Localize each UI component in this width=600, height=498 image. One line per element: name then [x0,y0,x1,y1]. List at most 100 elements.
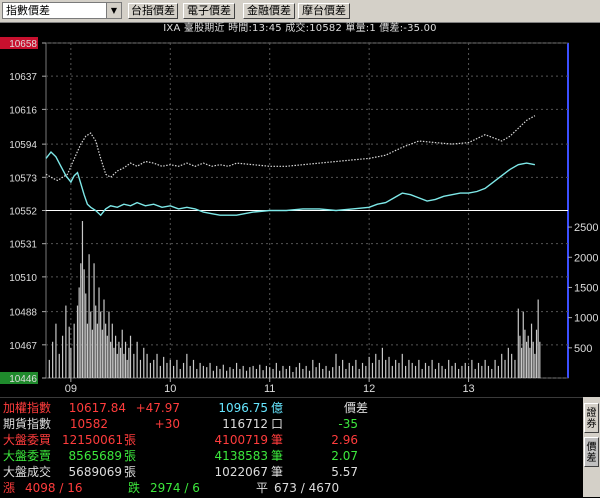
volume-bar [388,356,390,378]
x-tick-label: 12 [363,383,375,395]
volume-bar [85,293,87,378]
volume-bar [405,365,407,378]
row-label: 加權指數 [3,401,52,415]
volume-bar [351,365,354,378]
y-tick-label: 10531 [9,240,37,251]
volume-bar [91,329,93,378]
volume-bar [103,299,105,378]
x-tick-label: 11 [264,383,275,395]
down-label: 跌 [128,481,141,495]
taiex-spread-button[interactable]: 台指價差 [128,3,178,19]
volume-bar [105,323,107,378]
volume-bar [48,359,50,378]
volume-bar [153,359,155,378]
index-futures-chart: 10658 10637 10616 10594 10573 10552 10531 10510… [0,37,598,395]
y-tick-label: 10637 [9,72,37,83]
volume-bar [179,368,181,378]
volume-bar [355,359,357,378]
volume-bar [312,359,314,378]
volume-bar [285,368,287,378]
msci-spread-button[interactable]: 摩台價差 [298,3,350,19]
volume-bar [206,367,208,378]
turnover-value: 1096.75 [218,401,268,415]
summary-row-futures: 期貨指數 10582 +30 116712 口 -35 [0,416,582,432]
volume-bar [308,370,311,378]
volume-bar [318,362,321,378]
volume-bar [414,365,417,378]
volume-bar [116,353,118,378]
volume-bar [86,323,89,378]
bid-orders: 4100719 [214,433,268,447]
volume-bar [219,368,221,378]
volume-bar [458,368,460,378]
bid-volume-unit: 張 [124,433,137,447]
ask-orders-unit: 筆 [271,449,284,463]
volume-bar [199,362,201,378]
volume-bar [474,368,476,378]
volume-bar [532,341,534,378]
y-tick-label: 10467 [9,341,37,352]
volume-bar [335,353,337,378]
volume-bar [332,367,334,378]
volume-tick-label: 1000 [574,313,598,325]
volume-bar [464,362,466,378]
volume-bar [192,359,195,378]
volume-bar [55,323,57,378]
volume-bar [398,362,400,378]
volume-bar [118,341,120,378]
volume-bar [129,335,132,378]
x-tick-label: 10 [164,383,176,395]
volume-bar [173,365,175,378]
volume-bar [259,364,261,378]
volume-bar [146,353,148,378]
flat-count: 673 / 4670 [274,481,340,495]
volume-bar [95,305,97,378]
volume-bar [159,365,161,378]
volume-bar [226,370,228,378]
flat-label: 平 [256,481,269,495]
volume-bar [292,371,294,378]
volume-bar [428,365,430,378]
volume-bar [494,359,496,378]
volume-bar [381,347,383,378]
volume-bar [282,365,284,378]
chevron-down-icon[interactable]: ▼ [106,3,121,18]
volume-bar [371,362,374,378]
volume-bar [108,311,110,378]
row-label: 大盤成交 [3,465,52,479]
volume-bar [378,359,380,378]
volume-bar [497,365,499,378]
up-label: 漲 [3,481,16,495]
volume-bar [521,347,523,378]
electronics-spread-button[interactable]: 電子價差 [183,3,235,19]
volume-bar [298,362,301,378]
volume-bar [527,335,529,378]
y-tick-label: 10616 [9,105,37,116]
y-tick-label: 10446 [9,374,37,385]
volume-bar [136,341,138,378]
volume-bar [501,353,503,378]
volume-bar [61,335,64,378]
trade-ratio: 5.57 [331,465,358,479]
volume-bar [169,359,171,378]
bid-orders-unit: 筆 [271,433,284,447]
tab-spread[interactable]: 價差 [584,437,599,467]
index-selector[interactable]: 指數價差 ▼ [2,2,122,19]
volume-bar [529,347,531,378]
volume-bar [517,308,519,378]
volume-bar [418,359,420,378]
volume-tick-label: 500 [574,343,592,355]
tab-securities[interactable]: 證券 [584,403,599,433]
volume-bar [438,362,440,378]
volume-bar [156,353,158,378]
volume-bar [265,365,267,378]
summary-row-asks: 大盤委賣 8565689 張 4138583 筆 2.07 [0,448,582,464]
volume-bar [511,353,513,378]
volume-bar [88,254,90,378]
volume-bar [262,370,264,378]
finance-spread-button[interactable]: 金融價差 [243,3,295,19]
volume-bar [123,353,125,378]
volume-bar [451,365,453,378]
volume-bar [100,311,102,378]
futures-value: 10582 [69,417,108,431]
